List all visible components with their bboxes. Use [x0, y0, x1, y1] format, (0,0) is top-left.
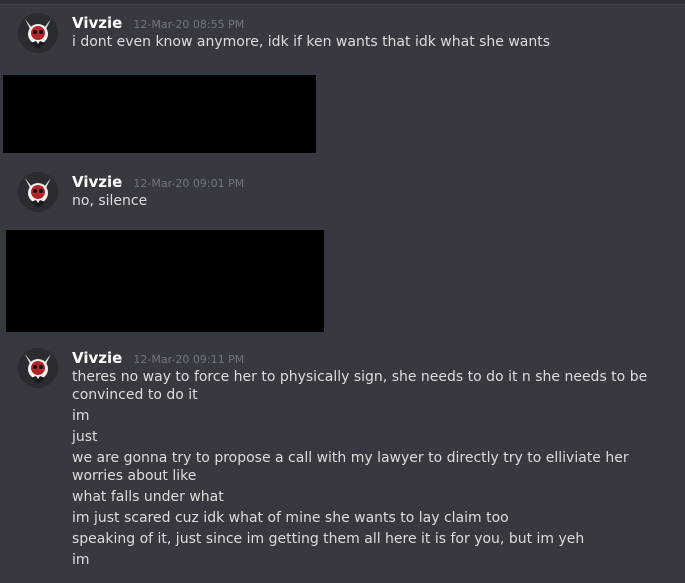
message-line: no, silence [72, 193, 148, 209]
username[interactable]: Vivzie [72, 173, 122, 191]
top-divider [0, 0, 685, 5]
timestamp: 12-Mar-20 09:01 PM [133, 177, 245, 190]
timestamp: 12-Mar-20 08:55 PM [133, 18, 245, 31]
redacted-block [3, 75, 316, 153]
redacted-block [6, 230, 324, 332]
avatar-icon [18, 13, 58, 53]
message-line: speaking of it, just since im getting th… [72, 531, 585, 547]
message-line: i dont even know anymore, idk if ken wan… [72, 34, 551, 50]
avatar-icon [18, 172, 58, 212]
message-group-1: Vivzie 12-Mar-20 08:55 PM i dont even kn… [0, 13, 685, 53]
user-avatar[interactable] [18, 348, 58, 388]
message-line: im just scared cuz idk what of mine she … [72, 510, 509, 526]
message-line: just [72, 429, 98, 445]
message-line: we are gonna try to propose a call with … [72, 450, 629, 484]
message-group-2: Vivzie 12-Mar-20 09:01 PM no, silence [0, 172, 685, 212]
message-line: im [72, 552, 90, 568]
avatar-icon [18, 348, 58, 388]
timestamp: 12-Mar-20 09:11 PM [133, 353, 245, 366]
message-line: what falls under what [72, 489, 224, 505]
user-avatar[interactable] [18, 13, 58, 53]
message-line: im [72, 408, 90, 424]
username[interactable]: Vivzie [72, 349, 122, 367]
user-avatar[interactable] [18, 172, 58, 212]
message-line: theres no way to force her to physically… [72, 369, 648, 403]
username[interactable]: Vivzie [72, 14, 122, 32]
message-group-3: Vivzie 12-Mar-20 09:11 PM theres no way … [0, 348, 685, 583]
